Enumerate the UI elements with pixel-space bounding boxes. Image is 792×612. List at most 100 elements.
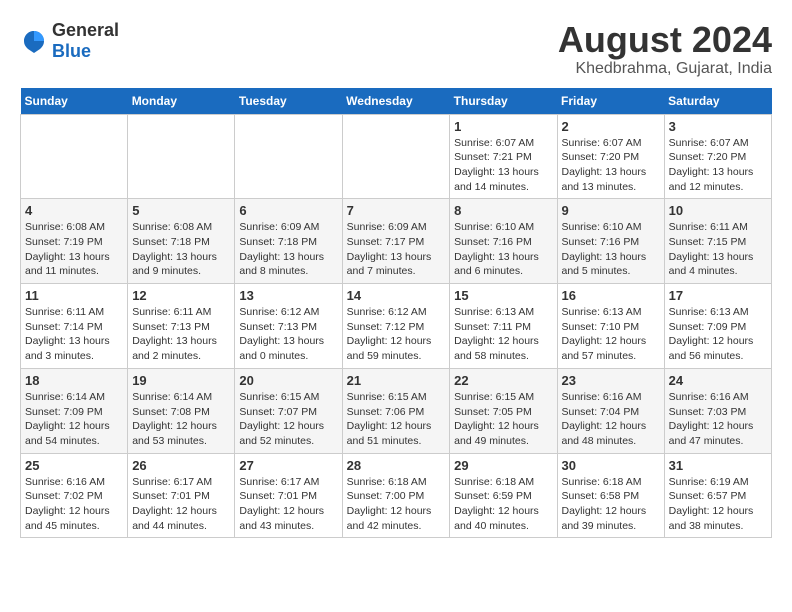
calendar-cell: 2 Sunrise: 6:07 AM Sunset: 7:20 PM Daylig… [557,114,664,199]
day-info: Sunrise: 6:13 AM Sunset: 7:10 PM Dayligh… [562,305,660,364]
header-day: Sunday [21,88,128,115]
day-number: 7 [347,203,446,218]
day-info: Sunrise: 6:16 AM Sunset: 7:03 PM Dayligh… [669,390,767,449]
calendar-cell: 13 Sunrise: 6:12 AM Sunset: 7:13 PM Dayli… [235,284,342,369]
day-info: Sunrise: 6:15 AM Sunset: 7:05 PM Dayligh… [454,390,552,449]
day-info: Sunrise: 6:10 AM Sunset: 7:16 PM Dayligh… [562,220,660,279]
month-year: August 2024 [558,20,772,60]
header-day: Monday [128,88,235,115]
day-number: 6 [239,203,337,218]
day-number: 2 [562,119,660,134]
day-number: 19 [132,373,230,388]
location: Khedbrahma, Gujarat, India [558,60,772,78]
calendar-cell: 26 Sunrise: 6:17 AM Sunset: 7:01 PM Dayli… [128,453,235,538]
day-number: 22 [454,373,552,388]
calendar-cell: 3 Sunrise: 6:07 AM Sunset: 7:20 PM Daylig… [664,114,771,199]
day-number: 25 [25,458,123,473]
calendar-cell: 9 Sunrise: 6:10 AM Sunset: 7:16 PM Daylig… [557,199,664,284]
calendar-cell: 22 Sunrise: 6:15 AM Sunset: 7:05 PM Dayli… [450,368,557,453]
calendar-week-row: 18Sunrise: 6:14 AM Sunset: 7:09 PM Dayli… [21,368,772,453]
calendar-cell: 10 Sunrise: 6:11 AM Sunset: 7:15 PM Dayli… [664,199,771,284]
calendar-cell: 8Sunrise: 6:10 AM Sunset: 7:16 PM Daylig… [450,199,557,284]
calendar-week-row: 11Sunrise: 6:11 AM Sunset: 7:14 PM Dayli… [21,284,772,369]
calendar-week-row: 1Sunrise: 6:07 AM Sunset: 7:21 PM Daylig… [21,114,772,199]
calendar-cell: 14Sunrise: 6:12 AM Sunset: 7:12 PM Dayli… [342,284,450,369]
day-info: Sunrise: 6:17 AM Sunset: 7:01 PM Dayligh… [239,475,337,534]
calendar-cell: 4 Sunrise: 6:08 AM Sunset: 7:19 PM Daylig… [21,199,128,284]
day-number: 20 [239,373,337,388]
calendar-cell: 18Sunrise: 6:14 AM Sunset: 7:09 PM Dayli… [21,368,128,453]
day-info: Sunrise: 6:16 AM Sunset: 7:02 PM Dayligh… [25,475,123,534]
header-day: Saturday [664,88,771,115]
day-number: 30 [562,458,660,473]
day-info: Sunrise: 6:18 AM Sunset: 6:59 PM Dayligh… [454,475,552,534]
day-info: Sunrise: 6:10 AM Sunset: 7:16 PM Dayligh… [454,220,552,279]
calendar-cell: 20Sunrise: 6:15 AM Sunset: 7:07 PM Dayli… [235,368,342,453]
calendar-cell: 16 Sunrise: 6:13 AM Sunset: 7:10 PM Dayli… [557,284,664,369]
header-day: Friday [557,88,664,115]
day-info: Sunrise: 6:18 AM Sunset: 7:00 PM Dayligh… [347,475,446,534]
day-number: 29 [454,458,552,473]
header-day: Tuesday [235,88,342,115]
calendar-cell: 5Sunrise: 6:08 AM Sunset: 7:18 PM Daylig… [128,199,235,284]
logo: General Blue [20,20,119,62]
day-info: Sunrise: 6:09 AM Sunset: 7:17 PM Dayligh… [347,220,446,279]
day-info: Sunrise: 6:17 AM Sunset: 7:01 PM Dayligh… [132,475,230,534]
calendar-cell: 12 Sunrise: 6:11 AM Sunset: 7:13 PM Dayli… [128,284,235,369]
calendar-cell: 1Sunrise: 6:07 AM Sunset: 7:21 PM Daylig… [450,114,557,199]
day-number: 3 [669,119,767,134]
day-info: Sunrise: 6:08 AM Sunset: 7:19 PM Dayligh… [25,220,123,279]
day-info: Sunrise: 6:11 AM Sunset: 7:14 PM Dayligh… [25,305,123,364]
day-info: Sunrise: 6:16 AM Sunset: 7:04 PM Dayligh… [562,390,660,449]
calendar-cell [235,114,342,199]
day-info: Sunrise: 6:12 AM Sunset: 7:12 PM Dayligh… [347,305,446,364]
day-info: Sunrise: 6:18 AM Sunset: 6:58 PM Dayligh… [562,475,660,534]
calendar-cell: 31Sunrise: 6:19 AM Sunset: 6:57 PM Dayli… [664,453,771,538]
calendar-week-row: 4 Sunrise: 6:08 AM Sunset: 7:19 PM Daylig… [21,199,772,284]
day-number: 26 [132,458,230,473]
day-number: 13 [239,288,337,303]
day-info: Sunrise: 6:11 AM Sunset: 7:13 PM Dayligh… [132,305,230,364]
title-block: August 2024 Khedbrahma, Gujarat, India [558,20,772,78]
calendar-cell: 23 Sunrise: 6:16 AM Sunset: 7:04 PM Dayli… [557,368,664,453]
page-header: General Blue August 2024 Khedbrahma, Guj… [20,20,772,78]
day-number: 9 [562,203,660,218]
logo-general: General [52,20,119,40]
day-number: 28 [347,458,446,473]
calendar-table: SundayMondayTuesdayWednesdayThursdayFrid… [20,88,772,539]
day-number: 17 [669,288,767,303]
calendar-cell [342,114,450,199]
day-number: 16 [562,288,660,303]
calendar-cell: 6 Sunrise: 6:09 AM Sunset: 7:18 PM Daylig… [235,199,342,284]
calendar-cell [128,114,235,199]
day-info: Sunrise: 6:09 AM Sunset: 7:18 PM Dayligh… [239,220,337,279]
calendar-cell [21,114,128,199]
day-info: Sunrise: 6:07 AM Sunset: 7:20 PM Dayligh… [562,136,660,195]
day-info: Sunrise: 6:08 AM Sunset: 7:18 PM Dayligh… [132,220,230,279]
calendar-cell: 24 Sunrise: 6:16 AM Sunset: 7:03 PM Dayli… [664,368,771,453]
calendar-cell: 25 Sunrise: 6:16 AM Sunset: 7:02 PM Dayli… [21,453,128,538]
calendar-cell: 19Sunrise: 6:14 AM Sunset: 7:08 PM Dayli… [128,368,235,453]
day-info: Sunrise: 6:13 AM Sunset: 7:09 PM Dayligh… [669,305,767,364]
day-number: 12 [132,288,230,303]
header-day: Thursday [450,88,557,115]
day-number: 10 [669,203,767,218]
logo-icon [20,27,48,55]
day-info: Sunrise: 6:19 AM Sunset: 6:57 PM Dayligh… [669,475,767,534]
logo-blue: Blue [52,41,91,61]
day-info: Sunrise: 6:12 AM Sunset: 7:13 PM Dayligh… [239,305,337,364]
logo-text: General Blue [52,20,119,62]
day-number: 23 [562,373,660,388]
day-info: Sunrise: 6:07 AM Sunset: 7:20 PM Dayligh… [669,136,767,195]
header-day: Wednesday [342,88,450,115]
calendar-cell: 17 Sunrise: 6:13 AM Sunset: 7:09 PM Dayli… [664,284,771,369]
calendar-cell: 21Sunrise: 6:15 AM Sunset: 7:06 PM Dayli… [342,368,450,453]
day-number: 24 [669,373,767,388]
calendar-week-row: 25 Sunrise: 6:16 AM Sunset: 7:02 PM Dayli… [21,453,772,538]
day-info: Sunrise: 6:13 AM Sunset: 7:11 PM Dayligh… [454,305,552,364]
day-number: 4 [25,203,123,218]
day-info: Sunrise: 6:11 AM Sunset: 7:15 PM Dayligh… [669,220,767,279]
calendar-cell: 27Sunrise: 6:17 AM Sunset: 7:01 PM Dayli… [235,453,342,538]
calendar-cell: 7 Sunrise: 6:09 AM Sunset: 7:17 PM Daylig… [342,199,450,284]
calendar-cell: 11Sunrise: 6:11 AM Sunset: 7:14 PM Dayli… [21,284,128,369]
